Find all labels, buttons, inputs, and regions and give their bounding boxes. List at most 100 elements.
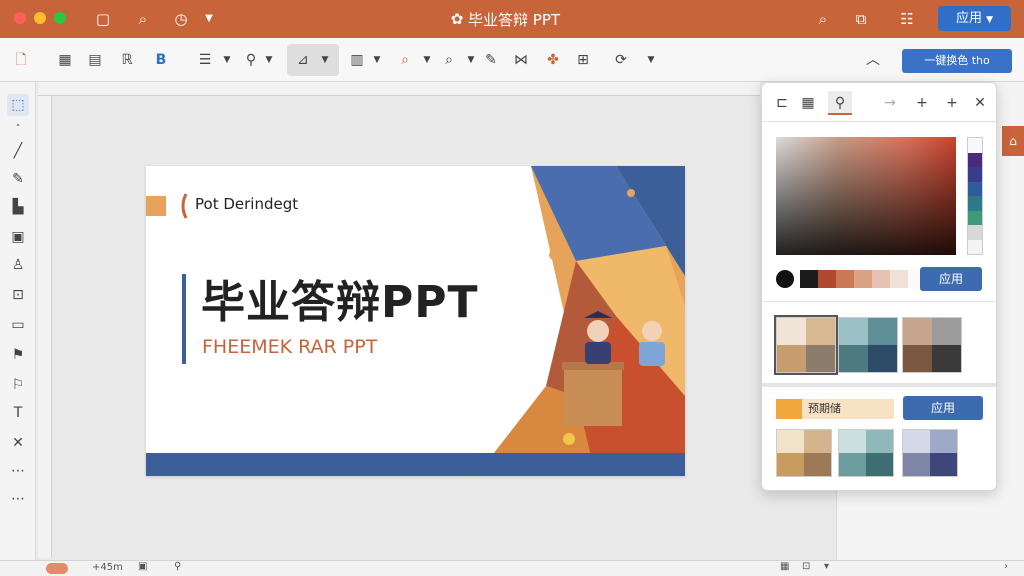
document-icon[interactable]: ▢ — [92, 8, 114, 30]
popup-close-icon[interactable]: ✕ — [968, 91, 992, 115]
record-icon[interactable] — [46, 563, 68, 574]
hue-segment-2[interactable] — [968, 167, 982, 182]
align-icon[interactable]: ⊿ — [292, 49, 314, 71]
comment-tool-icon[interactable]: ▭ — [7, 314, 29, 336]
list-dropdown-icon[interactable]: ▼ — [216, 49, 238, 71]
pin-status-icon[interactable]: ⚲ — [174, 561, 181, 572]
crop-tool-icon[interactable]: ⊡ — [7, 284, 29, 306]
template-icon[interactable]: ▤ — [84, 49, 106, 71]
apply-button[interactable]: 应用 ▼ — [938, 6, 1011, 31]
qr-icon[interactable]: ⊞ — [572, 49, 594, 71]
slide-subtitle[interactable]: FHEEMEK RAR PPT — [202, 336, 377, 358]
color-gradient-field[interactable] — [776, 137, 956, 255]
swatch-2[interactable] — [836, 270, 854, 288]
find-icon[interactable]: ⌕ — [438, 49, 460, 71]
select-tool-icon[interactable]: ⬚ — [7, 94, 29, 116]
popup-add-icon[interactable]: + — [910, 91, 934, 115]
more-tools-icon[interactable]: ⋯ — [7, 460, 29, 482]
column-icon[interactable]: ▥ — [346, 49, 368, 71]
hue-segment-6[interactable] — [968, 225, 982, 240]
popup-arrow-icon[interactable]: → — [878, 91, 902, 115]
pen-icon[interactable]: ✎ — [480, 49, 502, 71]
hue-segment-3[interactable] — [968, 181, 982, 196]
theme-thumb-3[interactable] — [902, 317, 962, 373]
app-logo-icon: ✿ — [450, 10, 464, 28]
hue-strip[interactable] — [967, 137, 983, 255]
column-dropdown-icon[interactable]: ▼ — [366, 49, 388, 71]
view-icon[interactable]: ▣ — [138, 561, 147, 572]
apply-color-button[interactable]: 应用 — [920, 267, 982, 291]
chart-tool-icon[interactable]: ▙ — [7, 196, 29, 218]
one-click-recolor-button[interactable]: 一键换色 tho — [902, 49, 1012, 73]
pin-dropdown-icon[interactable]: ▼ — [258, 49, 280, 71]
color-swatch-row[interactable] — [800, 270, 926, 288]
line-tool-icon[interactable]: ╱ — [7, 140, 29, 162]
sidebar-active-icon[interactable]: ⌂ — [1002, 126, 1024, 156]
bold-icon[interactable]: B — [150, 49, 172, 71]
left-tool-rail: ⬚ ˄ ╱ ✎ ▙ ▣ ♙ ⊡ ▭ ⚑ ⚐ T ✕ ⋯ ⋯ — [0, 82, 36, 560]
palette-indigo[interactable] — [902, 429, 958, 477]
palette-teal[interactable] — [838, 429, 894, 477]
hue-segment-0[interactable] — [968, 138, 982, 153]
popup-add-2-icon[interactable]: + — [940, 91, 964, 115]
hue-segment-1[interactable] — [968, 152, 982, 167]
zoom-icon[interactable]: ⌕ — [394, 49, 416, 71]
collapse-toolbar-icon[interactable]: ︿ — [862, 49, 884, 71]
theme-thumb-1[interactable] — [774, 315, 838, 375]
people-tool-icon[interactable]: ♙ — [7, 254, 29, 276]
hue-segment-4[interactable] — [968, 196, 982, 211]
popup-align-icon[interactable]: ⊏ — [770, 91, 794, 115]
zoom-window-button[interactable] — [54, 12, 66, 24]
timer-icon[interactable]: ◷ — [170, 8, 192, 30]
search-doc-icon[interactable]: ⌕ — [132, 8, 154, 30]
next-page-icon[interactable]: › — [1004, 561, 1008, 572]
redo-dropdown-icon[interactable]: ▼ — [640, 49, 662, 71]
palette-warm[interactable] — [776, 429, 832, 477]
swatch-4[interactable] — [872, 270, 890, 288]
swatch-0[interactable] — [800, 270, 818, 288]
collapse-up-icon[interactable]: ˄ — [7, 118, 29, 140]
screen-share-icon[interactable]: ⧉ — [850, 8, 872, 30]
person-2-body — [639, 342, 665, 366]
swatch-5[interactable] — [890, 270, 908, 288]
hue-segment-7[interactable] — [968, 239, 982, 254]
zoom-level[interactable]: +45m — [92, 562, 123, 573]
label-bracket — [181, 193, 188, 219]
image-tool-icon[interactable]: ▣ — [7, 226, 29, 248]
grid-view-icon[interactable]: ▦ — [780, 561, 789, 572]
theme-thumb-2[interactable] — [838, 317, 898, 373]
swatch-1[interactable] — [818, 270, 836, 288]
new-file-icon[interactable]: 🗋 — [10, 49, 32, 71]
hue-segment-5[interactable] — [968, 210, 982, 225]
slide-title[interactable]: 毕业答辩PPT — [201, 266, 479, 330]
grid-settings-icon[interactable]: ☷ — [896, 8, 918, 30]
palette-icon[interactable]: ✤ — [542, 49, 564, 71]
format-icon[interactable]: ℝ — [116, 49, 138, 71]
minimize-window-button[interactable] — [34, 12, 46, 24]
search-icon[interactable]: ⌕ — [812, 8, 834, 30]
chevron-down-icon[interactable]: ▼ — [198, 8, 220, 30]
popup-fill-icon[interactable]: ⚲ — [828, 91, 852, 115]
fit-icon[interactable]: ⊡ — [802, 561, 810, 572]
layout-icon[interactable]: ▦ — [54, 49, 76, 71]
slide-canvas[interactable]: Pot Derindegt 毕业答辩PPT FHEEMEK RAR PPT — [146, 166, 685, 476]
close-window-button[interactable] — [14, 12, 26, 24]
close-tool-icon[interactable]: ✕ — [7, 432, 29, 454]
zoom-dropdown-icon[interactable]: ▼ — [416, 49, 438, 71]
list-icon[interactable]: ☰ — [194, 49, 216, 71]
shape-icon[interactable]: ⋈ — [510, 49, 532, 71]
flag-tool-icon[interactable]: ⚑ — [7, 344, 29, 366]
redo-icon[interactable]: ⟳ — [610, 49, 632, 71]
dot-3 — [563, 433, 575, 445]
scroll-down-icon[interactable]: ▾ — [824, 561, 829, 572]
align-dropdown-icon[interactable]: ▼ — [314, 49, 336, 71]
find-dropdown-icon[interactable]: ▼ — [460, 49, 482, 71]
marker-tool-icon[interactable]: ⚐ — [7, 374, 29, 396]
slide-small-label[interactable]: Pot Derindegt — [195, 195, 298, 213]
pencil-tool-icon[interactable]: ✎ — [7, 168, 29, 190]
apply-preview-button[interactable]: 应用 — [903, 396, 983, 420]
text-tool-icon[interactable]: T — [7, 402, 29, 424]
swatch-3[interactable] — [854, 270, 872, 288]
more-tools-2-icon[interactable]: ⋯ — [7, 488, 29, 510]
popup-grid-icon[interactable]: ▦ — [796, 91, 820, 115]
